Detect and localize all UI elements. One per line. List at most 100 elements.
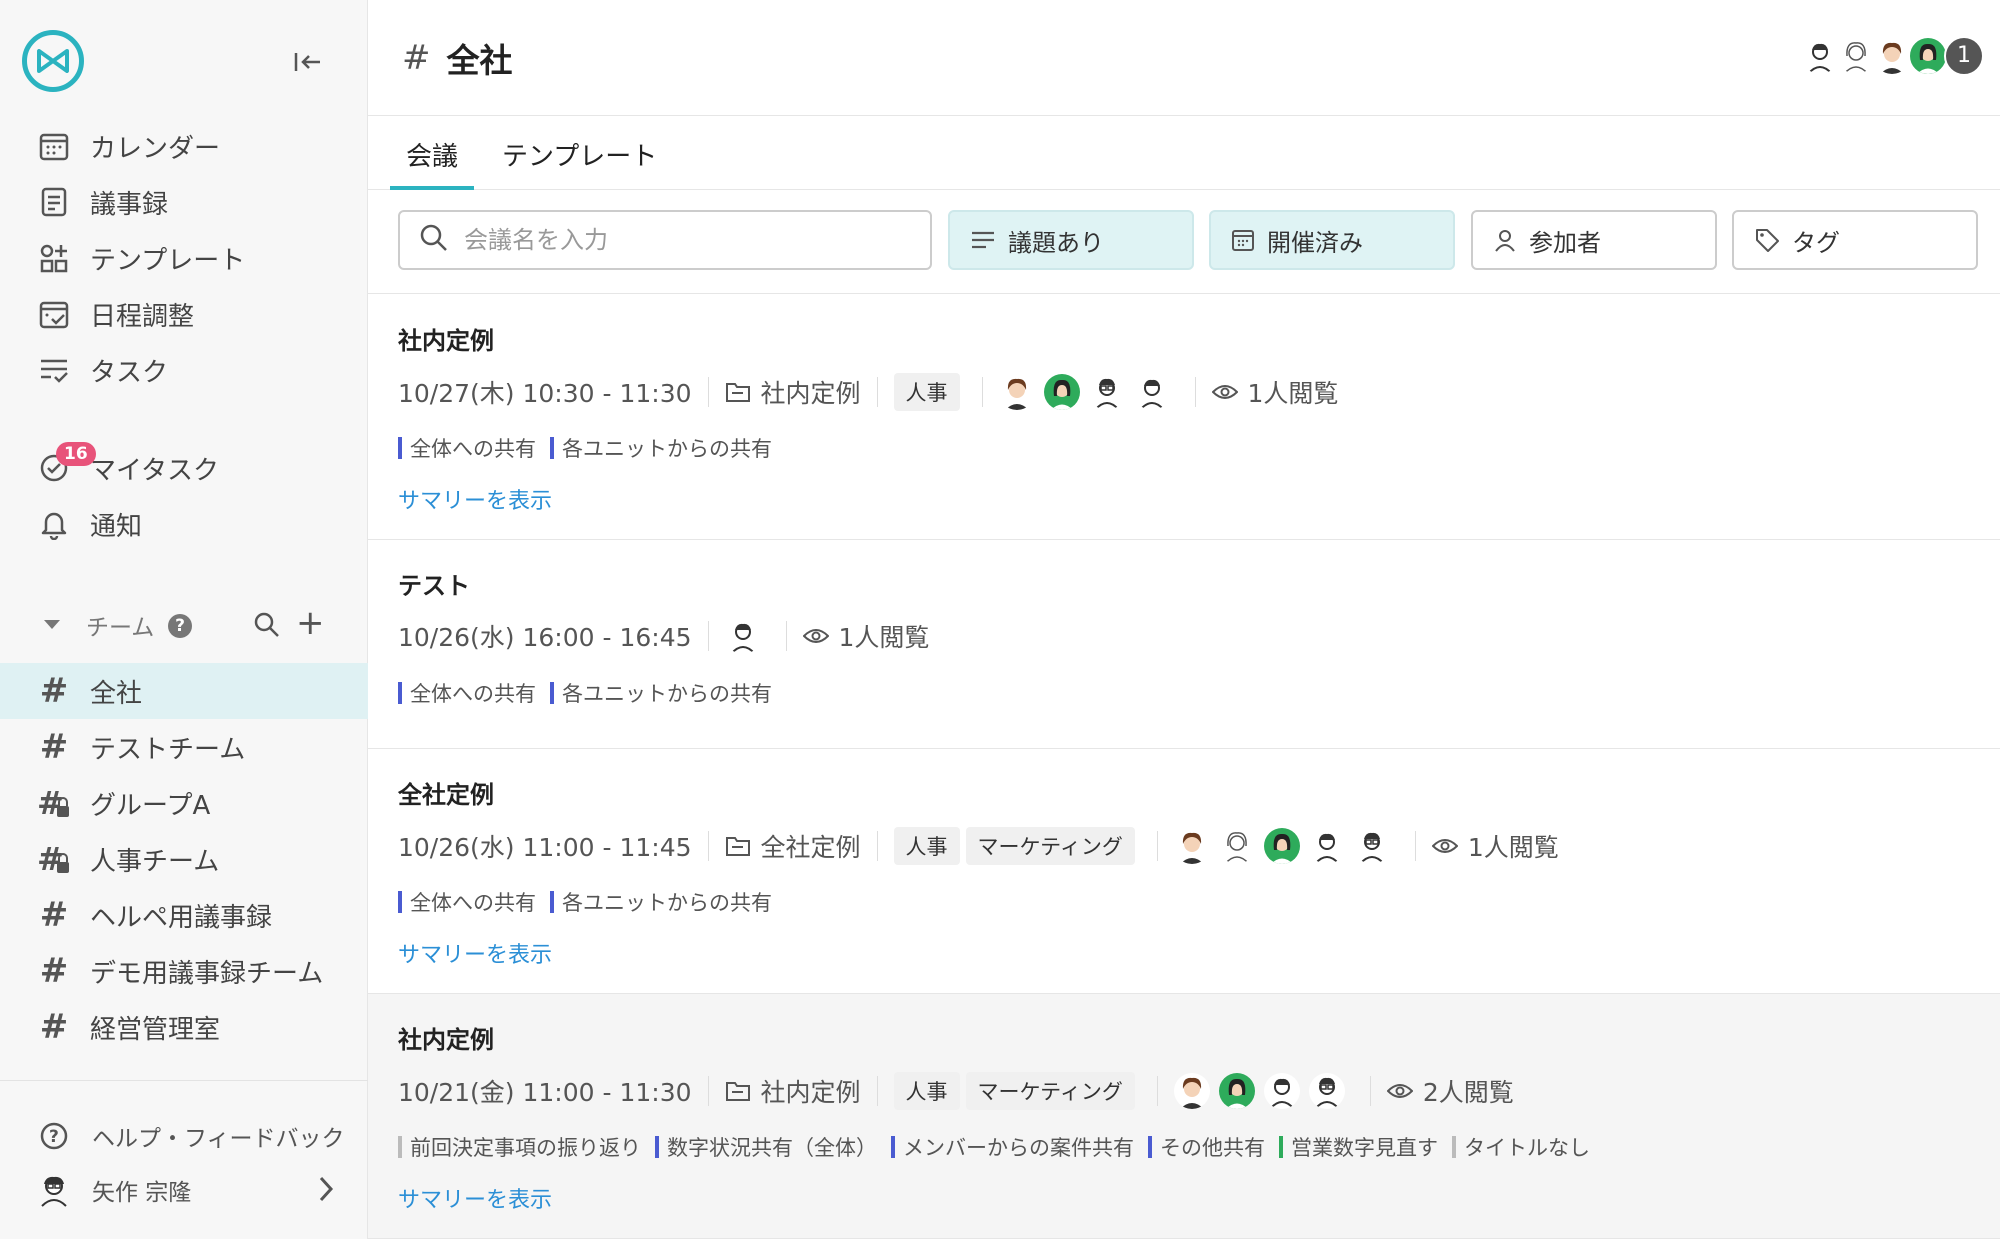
agenda-item: 全体への共有	[398, 433, 536, 463]
agenda-label: メンバーからの案件共有	[903, 1136, 1134, 1160]
agenda-item: 全体への共有	[398, 678, 536, 708]
nav-calendar[interactable]: カレンダー	[0, 118, 368, 174]
tag-icon	[1754, 227, 1780, 253]
nav-label: 日程調整	[90, 301, 195, 332]
collapse-sidebar-icon[interactable]	[288, 42, 328, 82]
meeting-search-input[interactable]	[464, 226, 904, 254]
caret-down-icon[interactable]	[44, 620, 60, 629]
team-item-group-a[interactable]: # グループA	[0, 775, 368, 831]
team-label: グループA	[90, 790, 211, 821]
tag-chip[interactable]: 人事	[893, 1072, 960, 1110]
meeting-search-box[interactable]	[398, 210, 932, 270]
team-item-hr[interactable]: # 人事チーム	[0, 831, 368, 887]
folder-label: 社内定例	[760, 1078, 861, 1107]
tab-templates[interactable]: テンプレート	[494, 136, 665, 190]
tag-chip[interactable]: 人事	[893, 827, 960, 865]
avatar	[1263, 1073, 1300, 1109]
avatar	[1088, 374, 1125, 410]
folder-icon	[725, 383, 750, 402]
avatar	[1872, 36, 1912, 76]
divider	[1156, 1076, 1158, 1106]
team-item-demo[interactable]: # デモ用議事録チーム	[0, 943, 368, 999]
hash-icon: #	[402, 38, 431, 78]
avatar	[1218, 828, 1255, 864]
meeting-datetime: 10/26(水) 16:00 - 16:45	[398, 623, 692, 652]
member-avatars[interactable]: 1	[1800, 36, 1984, 76]
meeting-row[interactable]: 社内定例 10/21(金) 11:00 - 11:30 社内定例 人事 マーケテ…	[368, 994, 2000, 1239]
agenda-label: 全体への共有	[410, 437, 536, 461]
app-logo-icon[interactable]	[22, 30, 84, 92]
hash-icon: #	[39, 1007, 69, 1047]
team-item-help[interactable]: # ヘルペ用議事録	[0, 887, 368, 943]
nav-notify[interactable]: 通知	[0, 496, 368, 552]
task-icon	[36, 352, 72, 388]
filter-label: 議題あり	[1008, 228, 1104, 257]
team-item-test[interactable]: # テストチーム	[0, 719, 368, 775]
agenda-list: 全体への共有 各ユニットからの共有	[398, 433, 786, 463]
help-icon[interactable]: ?	[168, 614, 192, 638]
tag-chip[interactable]: マーケティング	[965, 827, 1135, 865]
nav-my-task[interactable]: 16 マイタスク	[0, 440, 368, 496]
divider	[1414, 831, 1416, 861]
viewed-count: 2人閲覧	[1386, 1073, 1514, 1109]
filter-participants-button[interactable]: 参加者	[1471, 210, 1717, 270]
agenda-item: 前回決定事項の振り返り	[398, 1132, 641, 1162]
tab-meetings[interactable]: 会議	[390, 136, 475, 190]
user-avatar	[36, 1172, 72, 1208]
chevron-right-icon	[316, 1174, 336, 1210]
team-item-management[interactable]: # 経営管理室	[0, 999, 368, 1055]
meeting-row[interactable]: 社内定例 10/27(木) 10:30 - 11:30 社内定例 人事 1人閲覧…	[368, 295, 2000, 540]
nav-schedule[interactable]: 日程調整	[0, 286, 368, 342]
agenda-label: 前回決定事項の振り返り	[410, 1136, 641, 1160]
show-summary-link[interactable]: サマリーを表示	[398, 1182, 552, 1214]
hash-icon: #	[39, 895, 69, 935]
nav-minutes[interactable]: 議事録	[0, 174, 368, 230]
agenda-item: 各ユニットからの共有	[550, 678, 772, 708]
eye-icon	[1431, 839, 1458, 853]
show-summary-link[interactable]: サマリーを表示	[398, 483, 552, 515]
agenda-item: 数字状況共有（全体）	[655, 1132, 877, 1162]
avatar	[1308, 828, 1345, 864]
add-team-icon[interactable]: +	[296, 606, 325, 640]
meeting-folder[interactable]: 社内定例	[725, 1073, 861, 1109]
filter-label: 開催済み	[1267, 228, 1363, 257]
agenda-list: 全体への共有 各ユニットからの共有	[398, 887, 786, 917]
avatar	[1133, 374, 1170, 410]
hash-icon: #	[39, 727, 69, 767]
divider	[876, 831, 878, 861]
nav-task[interactable]: タスク	[0, 342, 368, 398]
nav-label: タスク	[90, 357, 169, 388]
user-menu[interactable]: 矢作 宗隆	[36, 1172, 346, 1208]
divider	[707, 1076, 709, 1106]
filter-has-agenda-button[interactable]: 議題あり	[948, 210, 1194, 270]
calendar-icon	[1231, 228, 1255, 252]
meeting-datetime: 10/21(金) 11:00 - 11:30	[398, 1078, 692, 1107]
meeting-meta: 10/27(木) 10:30 - 11:30 社内定例 人事 1人閲覧	[398, 373, 1338, 411]
page-title-text: 全社	[446, 41, 513, 80]
tag-chip[interactable]: 人事	[893, 373, 960, 411]
list-icon	[970, 229, 996, 251]
divider	[707, 621, 709, 651]
nav-template[interactable]: テンプレート	[0, 230, 368, 286]
locked-hash-icon: #	[36, 841, 72, 877]
avatar	[1836, 36, 1876, 76]
meeting-row[interactable]: 全社定例 10/26(水) 11:00 - 11:45 全社定例 人事 マーケテ…	[368, 749, 2000, 994]
agenda-label: 各ユニットからの共有	[562, 437, 772, 461]
agenda-item: その他共有	[1148, 1132, 1265, 1162]
agenda-label: 営業数字見直す	[1291, 1136, 1438, 1160]
team-search-icon[interactable]	[252, 610, 282, 644]
tag-chip[interactable]: マーケティング	[965, 1072, 1135, 1110]
meeting-folder[interactable]: 社内定例	[725, 374, 861, 410]
help-feedback-link[interactable]: ? ヘルプ・フィードバック	[36, 1118, 345, 1154]
team-item-all[interactable]: # 全社	[0, 663, 368, 719]
filter-held-button[interactable]: 開催済み	[1209, 210, 1455, 270]
nav-label: カレンダー	[90, 133, 221, 164]
agenda-item: タイトルなし	[1452, 1132, 1590, 1162]
meeting-folder[interactable]: 全社定例	[725, 828, 861, 864]
avatar	[1043, 374, 1080, 410]
filter-tag-button[interactable]: タグ	[1732, 210, 1978, 270]
meeting-datetime: 10/26(水) 11:00 - 11:45	[398, 833, 692, 862]
agenda-label: その他共有	[1160, 1136, 1265, 1160]
meeting-row[interactable]: テスト 10/26(水) 16:00 - 16:45 1人閲覧 全体への共有 各…	[368, 540, 2000, 749]
show-summary-link[interactable]: サマリーを表示	[398, 937, 552, 969]
